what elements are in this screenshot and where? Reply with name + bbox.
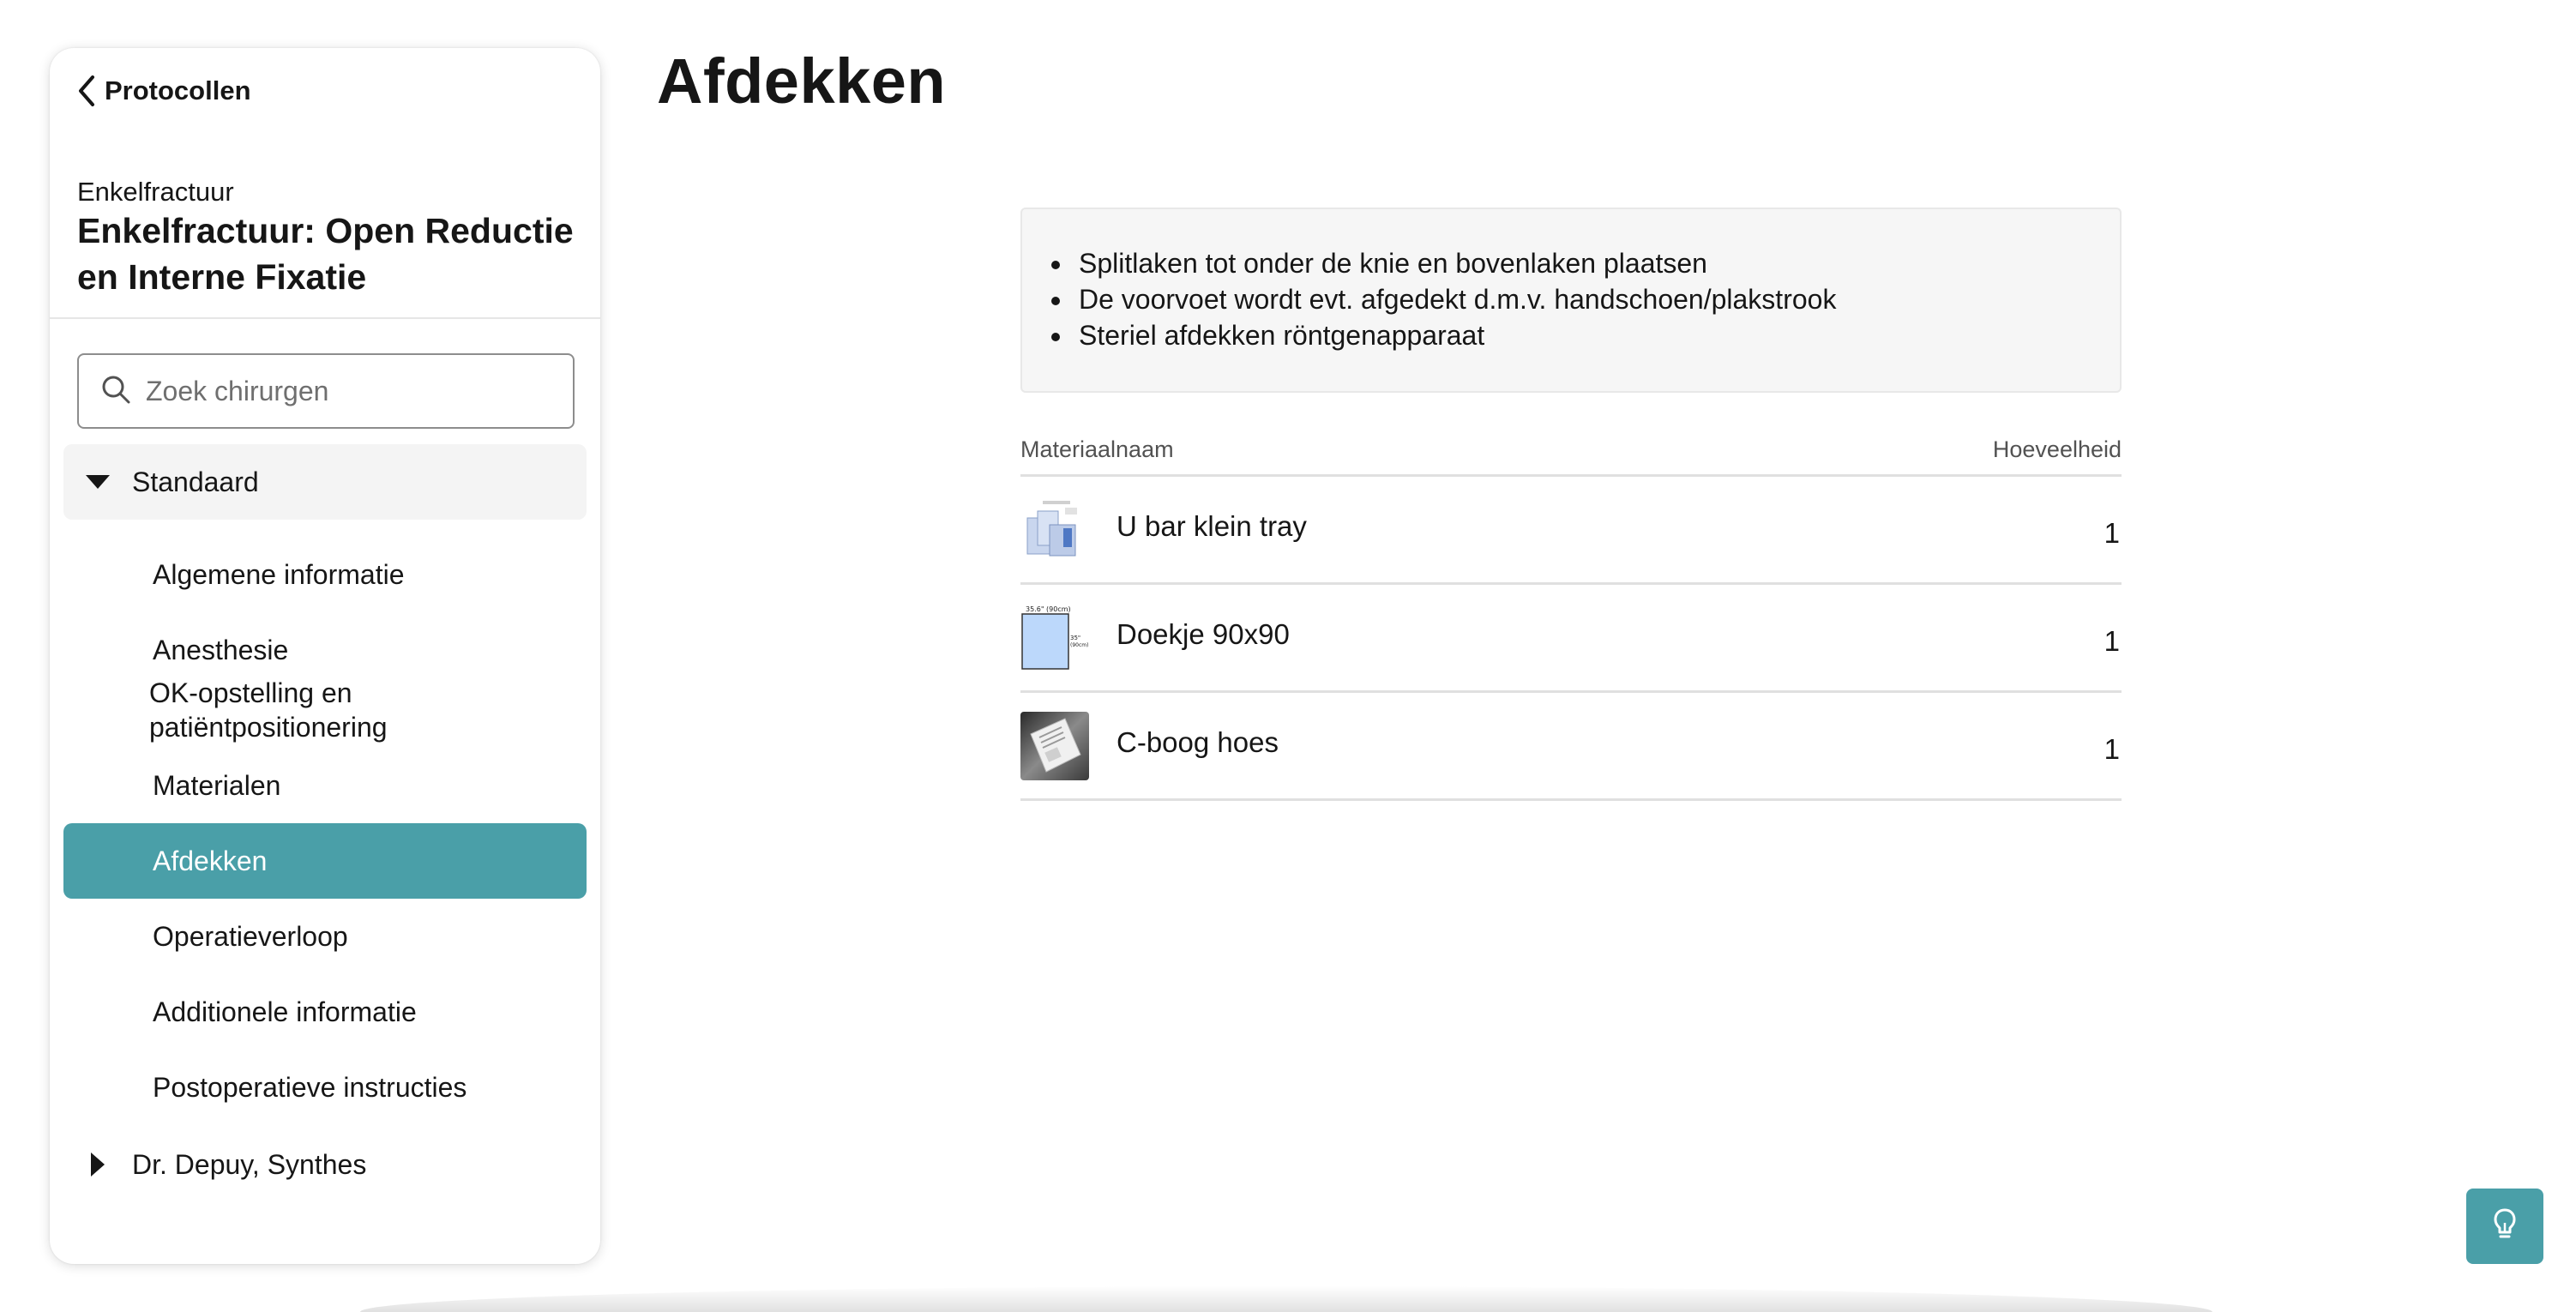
drape-size-label: 35" [1070,635,1080,641]
back-to-protocols-link[interactable]: Protocollen [70,67,258,115]
material-name: C-boog hoes [1116,725,1279,758]
note-item: De voorvoet wordt evt. afgedekt d.m.v. h… [1074,281,2120,317]
material-quantity: 1 [2104,624,2120,657]
sidebar-item-label: OK-opstelling en patiëntpositionering [149,677,388,743]
sidebar-item-algemene-informatie[interactable]: Algemene informatie [63,537,587,612]
page-title: Afdekken [657,45,947,117]
draping-notes: Splitlaken tot onder de knie en bovenlak… [1020,208,2122,393]
drape-size-label: 35.6" (90cm) [1026,605,1071,613]
caret-down-icon [63,475,132,489]
drape-cloth-thumbnail: 35.6" (90cm) 35" (90cm) [1020,603,1089,672]
material-name: U bar klein tray [1116,509,1307,542]
chevron-left-icon [77,75,96,107]
procedure-category: Enkelfractuur [77,177,234,207]
sidebar-item-label: Operatieverloop [153,920,348,952]
table-row[interactable]: 35.6" (90cm) 35" (90cm) Doekje 90x90 1 [1020,585,2122,693]
sidebar-item-label: Materialen [153,769,281,801]
tips-button[interactable] [2466,1189,2543,1264]
drape-tray-thumbnail [1020,495,1089,564]
nav-group-label: Standaard [132,466,259,497]
back-link-label: Protocollen [105,75,251,105]
sidebar-item-label: Afdekken [153,845,268,876]
table-row[interactable]: C-boog hoes 1 [1020,693,2122,801]
protocol-sidebar: Protocollen Enkelfractuur Enkelfractuur:… [50,48,600,1264]
nav-group-standaard[interactable]: Standaard [63,444,587,520]
search-icon [101,375,130,408]
drape-size-label: (90cm) [1070,642,1088,648]
sidebar-item-additionele-informatie[interactable]: Additionele informatie [63,974,587,1050]
column-header-name: Materiaalnaam [1020,436,1174,462]
sidebar-item-label: Additionele informatie [153,996,417,1027]
c-arm-cover-thumbnail [1020,711,1089,780]
material-name: Doekje 90x90 [1116,617,1290,650]
sidebar-item-operatieverloop[interactable]: Operatieverloop [63,899,587,974]
nav-group-label: Dr. Depuy, Synthes [132,1148,367,1180]
note-item: Steriel afdekken röntgenapparaat [1074,317,2120,353]
procedure-title: Enkelfractuur: Open Reductie en Interne … [77,211,574,297]
sidebar-item-materialen[interactable]: Materialen [63,748,587,823]
sidebar-divider [50,317,600,319]
lightbulb-icon [2492,1207,2518,1246]
surgeon-search [77,353,575,429]
material-quantity: 1 [2104,516,2120,549]
nav-group-dr-depuy-synthes[interactable]: Dr. Depuy, Synthes [63,1127,587,1202]
table-row[interactable]: U bar klein tray 1 [1020,477,2122,585]
sidebar-item-label: Postoperatieve instructies [153,1071,467,1103]
sidebar-item-label: Algemene informatie [153,558,405,590]
sidebar-item-ok-opstelling[interactable]: OK-opstelling en patiëntpositionering [63,671,475,749]
sidebar-item-afdekken[interactable]: Afdekken [63,823,587,899]
materials-table: Materiaalnaam Hoeveelheid U bar klein tr… [1020,425,2122,801]
column-header-quantity: Hoeveelheid [1992,436,2122,462]
material-quantity: 1 [2104,732,2120,765]
bottom-scroll-shadow [360,1286,2212,1312]
note-item: Splitlaken tot onder de knie en bovenlak… [1074,245,2120,281]
caret-right-icon [63,1153,132,1177]
sidebar-item-label: Anesthesie [153,634,289,665]
search-input[interactable] [144,374,547,408]
table-header: Materiaalnaam Hoeveelheid [1020,425,2122,477]
sidebar-item-postoperatieve-instructies[interactable]: Postoperatieve instructies [63,1050,587,1125]
